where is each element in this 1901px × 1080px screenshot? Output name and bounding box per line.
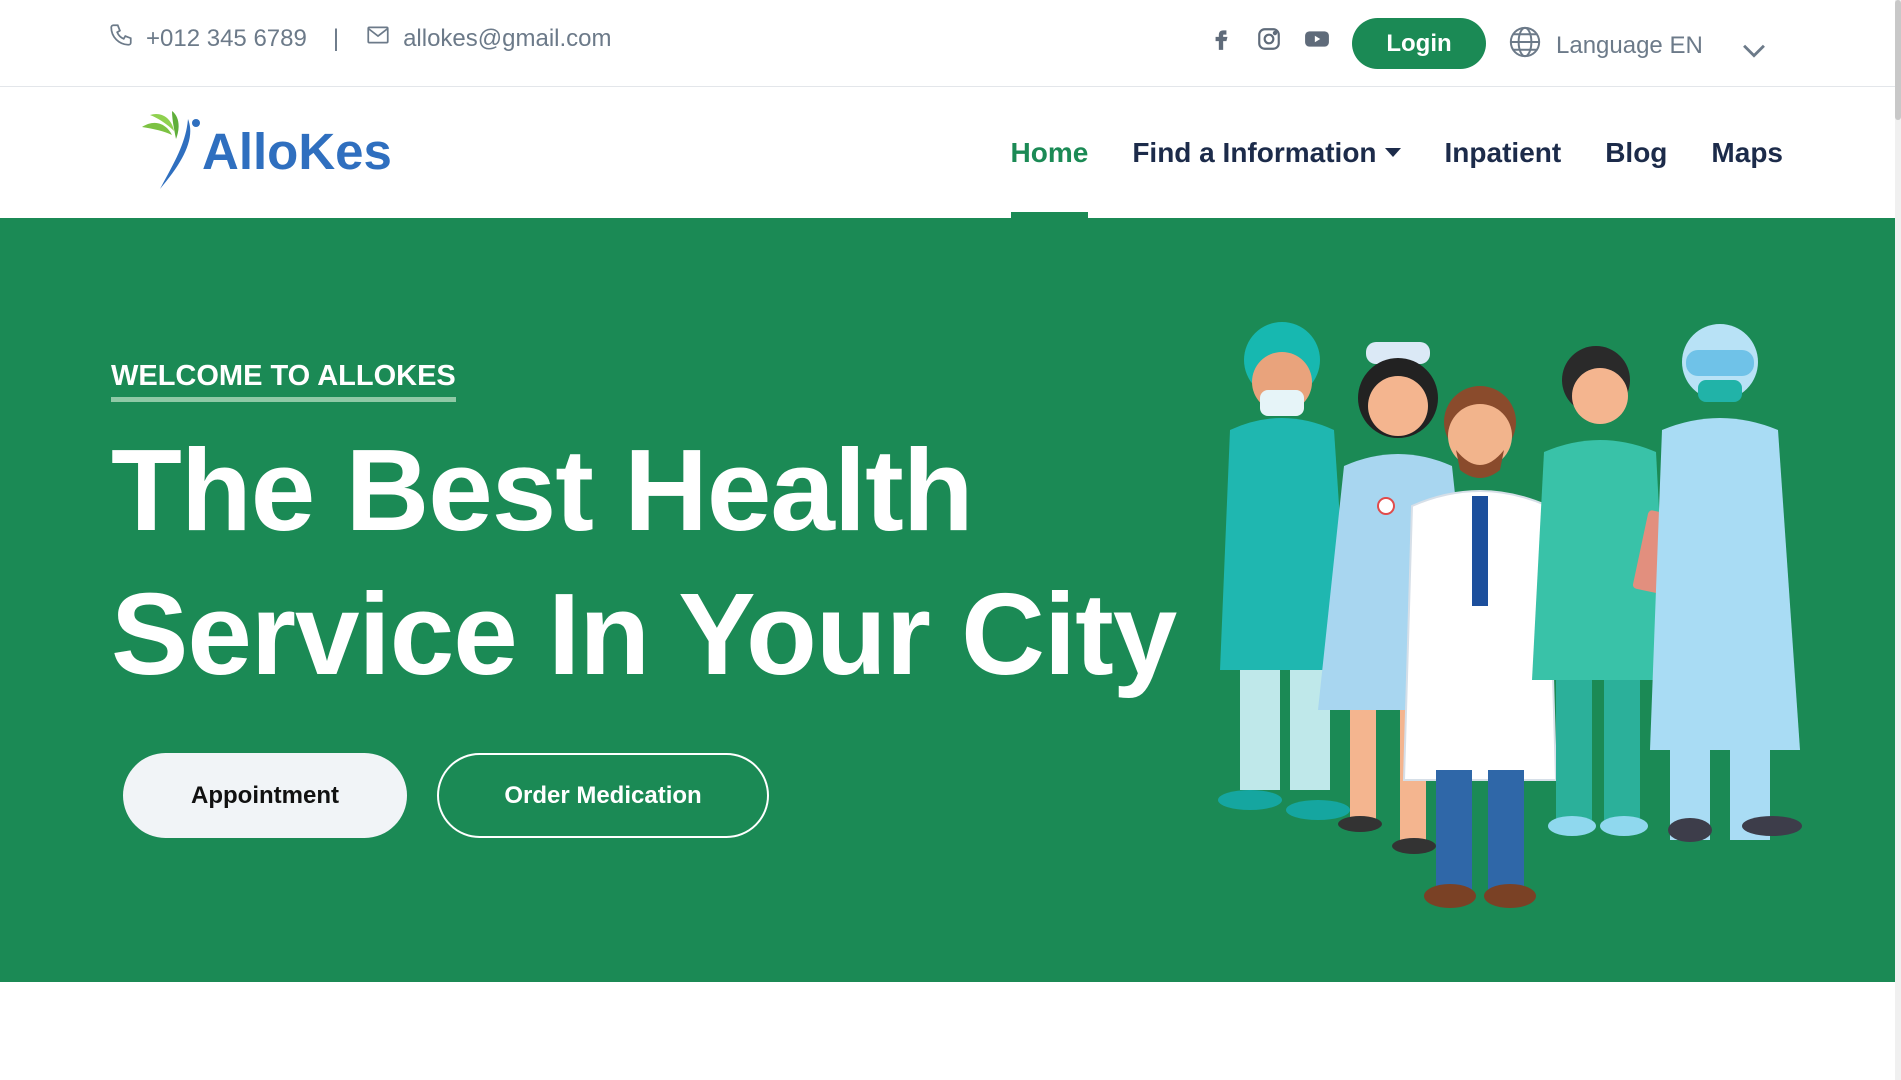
nav-item-maps[interactable]: Maps (1711, 87, 1783, 218)
facebook-icon[interactable] (1208, 26, 1234, 57)
social-links (1208, 26, 1330, 57)
instagram-icon[interactable] (1256, 26, 1282, 57)
contact-separator: | (332, 24, 340, 52)
language-label: Language EN (1556, 31, 1703, 59)
nav-item-home[interactable]: Home (1010, 87, 1089, 218)
logo-text: AlloKes (202, 123, 392, 180)
appointment-button[interactable]: Appointment (123, 753, 407, 838)
nav-item-blog[interactable]: Blog (1605, 87, 1667, 218)
nav-item-label: Home (1010, 136, 1089, 168)
main-navbar: AlloKes Home Find a Information Inpatien… (0, 87, 1895, 218)
surgeon-figure (1218, 322, 1350, 820)
contact-info: +012 345 6789 | allokes@gmail.com (108, 22, 612, 55)
caret-down-icon (1384, 148, 1401, 157)
nav-item-find-information[interactable]: Find a Information (1132, 87, 1401, 218)
nav-item-label: Find a Information (1132, 136, 1377, 168)
hero-eyebrow: WELCOME TO ALLOKES (111, 360, 456, 402)
nav-item-inpatient[interactable]: Inpatient (1445, 87, 1562, 218)
headline-line-1: The Best Health (111, 425, 974, 555)
chevron-down-icon[interactable] (1737, 33, 1765, 59)
top-bar: +012 345 6789 | allokes@gmail.com Login … (0, 0, 1895, 87)
headline-line-2: Service In Your City (111, 569, 1177, 699)
hero-headline: The Best Health Service In Your City (111, 418, 1177, 706)
phone-number[interactable]: +012 345 6789 (146, 25, 307, 53)
mail-icon (365, 22, 391, 55)
hero-section: WELCOME TO ALLOKES The Best Health Servi… (0, 218, 1895, 982)
scrollbar-thumb[interactable] (1895, 0, 1901, 120)
youtube-icon[interactable] (1304, 26, 1330, 57)
email-address[interactable]: allokes@gmail.com (403, 25, 611, 53)
page-scrollbar[interactable] (1895, 0, 1901, 1080)
order-medication-button[interactable]: Order Medication (437, 753, 769, 838)
logo[interactable]: AlloKes (136, 105, 392, 195)
language-selector[interactable]: Language EN (1508, 25, 1765, 66)
login-button[interactable]: Login (1352, 18, 1486, 69)
nav-item-label: Inpatient (1444, 136, 1562, 168)
primary-nav: Home Find a Information Inpatient Blog M… (1010, 87, 1783, 218)
nav-item-label: Maps (1711, 136, 1783, 168)
globe-icon (1508, 25, 1542, 66)
protective-suit-figure (1650, 324, 1802, 842)
nav-item-label: Blog (1605, 136, 1668, 168)
logo-mark-icon (142, 111, 200, 189)
medical-staff-illustration (1218, 322, 1802, 908)
phone-icon (108, 22, 134, 55)
